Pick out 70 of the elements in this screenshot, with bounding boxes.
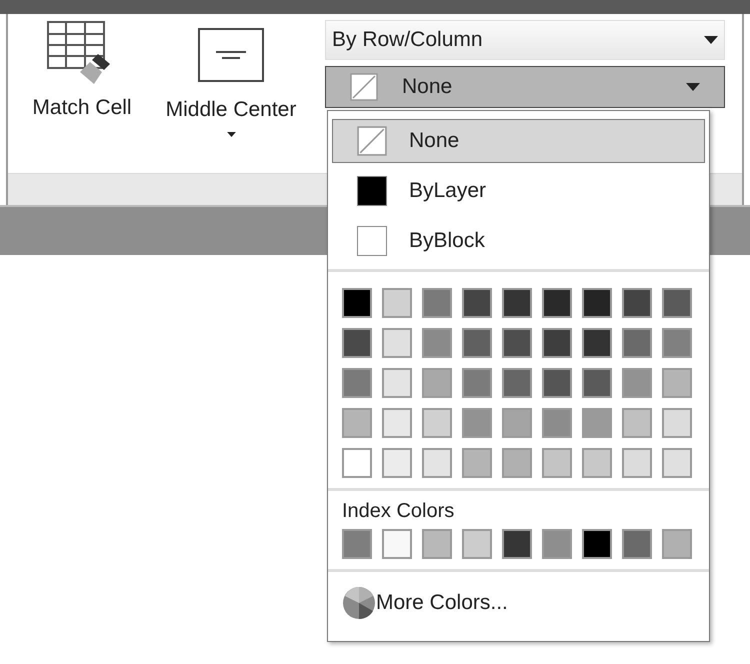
color-swatch[interactable] [582, 288, 612, 318]
menu-item[interactable]: None [332, 119, 705, 163]
color-swatch[interactable] [662, 288, 692, 318]
color-swatch[interactable] [342, 529, 372, 559]
color-swatch[interactable] [422, 368, 452, 398]
cell-style-dropdown[interactable]: By Row/Column [325, 20, 725, 60]
ribbon-button[interactable]: Middle Center [146, 18, 316, 136]
fill-color-dropdown[interactable]: None [325, 66, 725, 108]
color-swatch[interactable] [342, 328, 372, 358]
color-swatch[interactable] [462, 328, 492, 358]
color-swatch[interactable] [582, 529, 612, 559]
color-swatch[interactable] [542, 529, 572, 559]
color-swatch[interactable] [622, 288, 652, 318]
color-swatch[interactable] [542, 368, 572, 398]
color-swatch[interactable] [502, 448, 532, 478]
color-swatch[interactable] [462, 529, 492, 559]
color-swatch[interactable] [462, 408, 492, 438]
more-colors-button[interactable]: More Colors... [328, 572, 709, 620]
no-color-icon [350, 73, 378, 101]
color-swatch[interactable] [342, 448, 372, 478]
color-swatch[interactable] [662, 529, 692, 559]
color-swatch[interactable] [422, 408, 452, 438]
caret-icon [226, 132, 236, 136]
color-swatch[interactable] [422, 288, 452, 318]
color-swatch[interactable] [462, 368, 492, 398]
color-swatch[interactable] [422, 328, 452, 358]
menu-item[interactable]: ByBlock [332, 219, 705, 263]
color-swatch[interactable] [582, 368, 612, 398]
color-swatch[interactable] [462, 288, 492, 318]
color-swatch[interactable] [502, 408, 532, 438]
color-swatch[interactable] [382, 368, 412, 398]
color-swatch[interactable] [342, 288, 372, 318]
color-swatch[interactable] [502, 529, 532, 559]
color-swatch[interactable] [502, 288, 532, 318]
no-color-icon [357, 126, 387, 156]
section-title: Index Colors [342, 499, 456, 524]
color-swatch[interactable] [422, 448, 452, 478]
color-swatch[interactable] [622, 529, 652, 559]
menu-item[interactable]: ByLayer [332, 169, 705, 213]
color-swatch[interactable] [542, 328, 572, 358]
color-swatch[interactable] [582, 448, 612, 478]
color-wheel-icon [342, 586, 376, 620]
color-swatch[interactable] [622, 328, 652, 358]
color-swatch[interactable] [582, 328, 612, 358]
color-swatch[interactable] [342, 368, 372, 398]
color-swatch[interactable] [582, 408, 612, 438]
color-swatch[interactable] [502, 368, 532, 398]
color-swatch[interactable] [662, 408, 692, 438]
align-center-icon [198, 28, 264, 82]
color-swatch[interactable] [542, 288, 572, 318]
color-swatch[interactable] [662, 368, 692, 398]
ribbon-button[interactable]: Match Cell [18, 18, 146, 124]
color-swatch[interactable] [542, 448, 572, 478]
color-swatch[interactable] [382, 529, 412, 559]
color-swatch[interactable] [662, 328, 692, 358]
color-swatch[interactable] [422, 529, 452, 559]
color-swatch[interactable] [662, 448, 692, 478]
color-swatch[interactable] [502, 328, 532, 358]
caret-icon [686, 83, 700, 91]
color-swatch[interactable] [382, 288, 412, 318]
color-swatch[interactable] [342, 408, 372, 438]
caret-icon [704, 36, 718, 44]
color-swatch[interactable] [462, 448, 492, 478]
color-swatch[interactable] [542, 408, 572, 438]
color-swatch[interactable] [622, 368, 652, 398]
color-swatch[interactable] [382, 408, 412, 438]
color-swatch[interactable] [382, 328, 412, 358]
color-swatch[interactable] [382, 448, 412, 478]
color-swatch[interactable] [622, 408, 652, 438]
color-swatch[interactable] [622, 448, 652, 478]
